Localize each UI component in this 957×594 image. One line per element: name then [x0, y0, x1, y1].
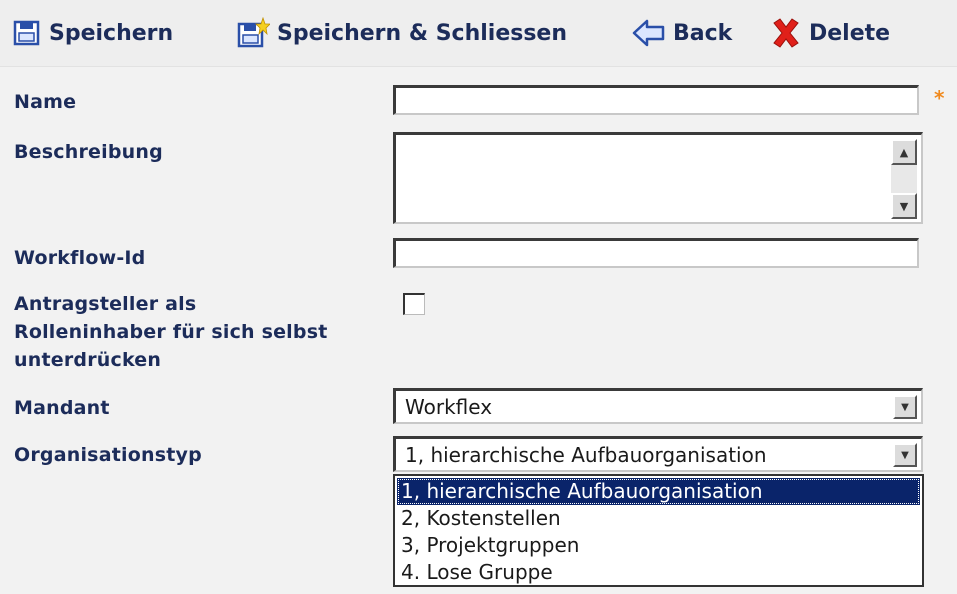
mandant-select[interactable]: Workflex ▼ [393, 388, 923, 424]
suppress-label-line3: unterdrücken [14, 349, 162, 371]
dropdown-option[interactable]: 4. Lose Gruppe [397, 559, 920, 586]
scroll-down-arrow-icon[interactable]: ▼ [891, 193, 917, 219]
suppress-label-line1: Antragsteller als [14, 293, 197, 315]
back-arrow-icon [632, 19, 665, 47]
chevron-down-icon[interactable]: ▼ [893, 443, 917, 467]
mandant-label: Mandant [14, 397, 110, 419]
save-and-close-label: Speichern & Schliessen [277, 20, 568, 46]
back-button[interactable]: Back [632, 14, 732, 52]
toolbar: Speichern Speichern & Schliessen Back De… [0, 0, 957, 67]
suppress-label-line2: Rolleninhaber für sich selbst [14, 321, 328, 343]
required-marker: * [934, 86, 945, 110]
orgtype-select[interactable]: 1, hierarchische Aufbauorganisation ▼ [393, 436, 923, 472]
orgtype-label: Organisationstyp [14, 444, 202, 466]
save-and-close-button[interactable]: Speichern & Schliessen [236, 14, 567, 52]
description-textarea[interactable]: ▲ ▼ [393, 132, 923, 224]
save-label: Speichern [49, 20, 174, 46]
dropdown-option[interactable]: 3, Projektgruppen [397, 532, 920, 559]
dropdown-option[interactable]: 2, Kostenstellen [397, 505, 920, 532]
mandant-value: Workflex [405, 395, 493, 419]
description-scrollbar[interactable]: ▲ ▼ [891, 139, 917, 219]
dropdown-option[interactable]: 1, hierarchische Aufbauorganisation [397, 478, 920, 505]
delete-button[interactable]: Delete [770, 14, 890, 52]
save-button[interactable]: Speichern [12, 14, 173, 52]
workflow-id-label: Workflow-Id [14, 247, 146, 269]
suppress-self-checkbox[interactable] [403, 293, 425, 315]
name-label: Name [14, 91, 77, 113]
red-x-icon [773, 18, 799, 48]
description-label: Beschreibung [14, 141, 163, 163]
chevron-down-icon[interactable]: ▼ [893, 395, 917, 419]
orgtype-value: 1, hierarchische Aufbauorganisation [405, 443, 767, 467]
name-input[interactable] [393, 85, 919, 115]
orgtype-dropdown-list: 1, hierarchische Aufbauorganisation 2, K… [393, 474, 924, 587]
back-label: Back [673, 20, 733, 46]
workflow-id-input[interactable] [393, 238, 919, 268]
delete-label: Delete [809, 20, 891, 46]
floppy-disk-icon [13, 20, 40, 46]
scroll-up-arrow-icon[interactable]: ▲ [891, 139, 917, 165]
floppy-disk-star-icon [237, 17, 270, 48]
